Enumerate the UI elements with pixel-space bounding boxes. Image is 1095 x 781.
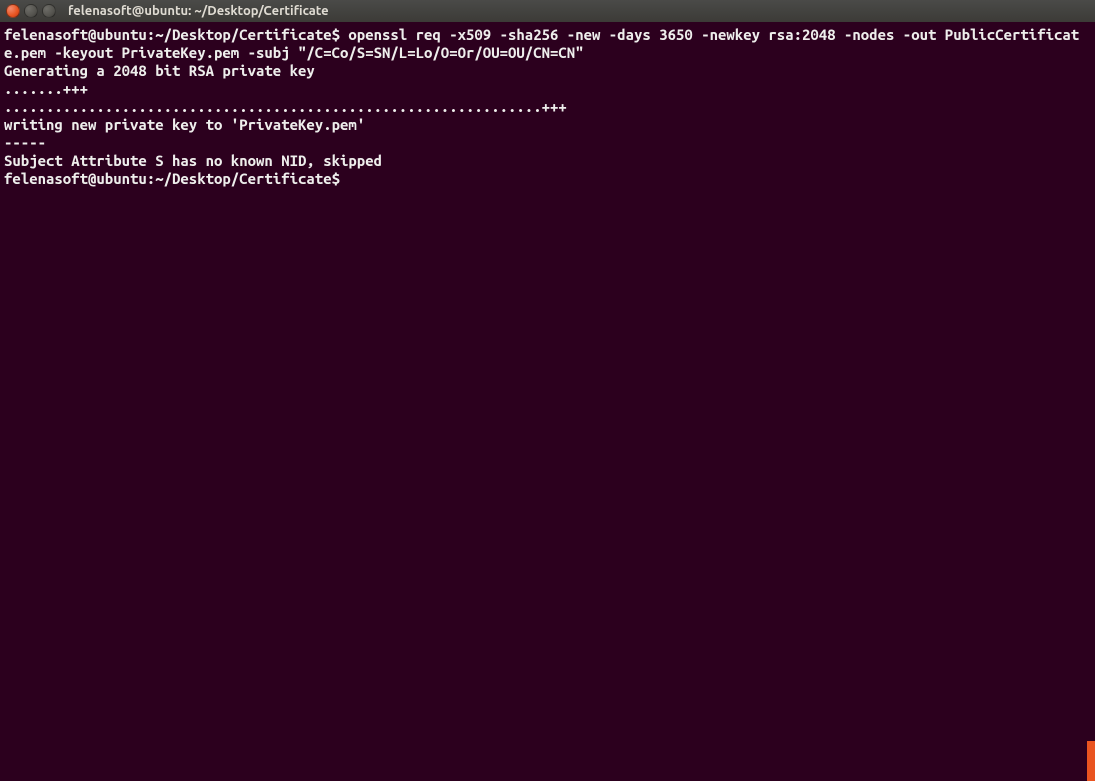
window-titlebar: felenasoft@ubuntu: ~/Desktop/Certificate <box>0 0 1095 22</box>
terminal-line: felenasoft@ubuntu:~/Desktop/Certificate$… <box>4 26 1091 62</box>
terminal-line: .......+++ <box>4 80 1091 98</box>
shell-prompt: felenasoft@ubuntu:~/Desktop/Certificate$ <box>4 170 348 187</box>
terminal-line: writing new private key to 'PrivateKey.p… <box>4 116 1091 134</box>
maximize-icon[interactable] <box>42 4 56 18</box>
window-title: felenasoft@ubuntu: ~/Desktop/Certificate <box>68 4 329 18</box>
scrollbar-thumb[interactable] <box>1087 741 1095 781</box>
terminal-line: ........................................… <box>4 98 1091 116</box>
minimize-icon[interactable] <box>24 4 38 18</box>
terminal-line: ----- <box>4 134 1091 152</box>
terminal-line: Subject Attribute S has no known NID, sk… <box>4 152 1091 170</box>
terminal-line: Generating a 2048 bit RSA private key <box>4 62 1091 80</box>
terminal-line: felenasoft@ubuntu:~/Desktop/Certificate$ <box>4 170 1091 188</box>
terminal-output: felenasoft@ubuntu:~/Desktop/Certificate$… <box>4 26 1091 188</box>
shell-prompt: felenasoft@ubuntu:~/Desktop/Certificate$ <box>4 26 348 43</box>
terminal-area[interactable]: felenasoft@ubuntu:~/Desktop/Certificate$… <box>0 22 1095 781</box>
close-icon[interactable] <box>6 4 20 18</box>
